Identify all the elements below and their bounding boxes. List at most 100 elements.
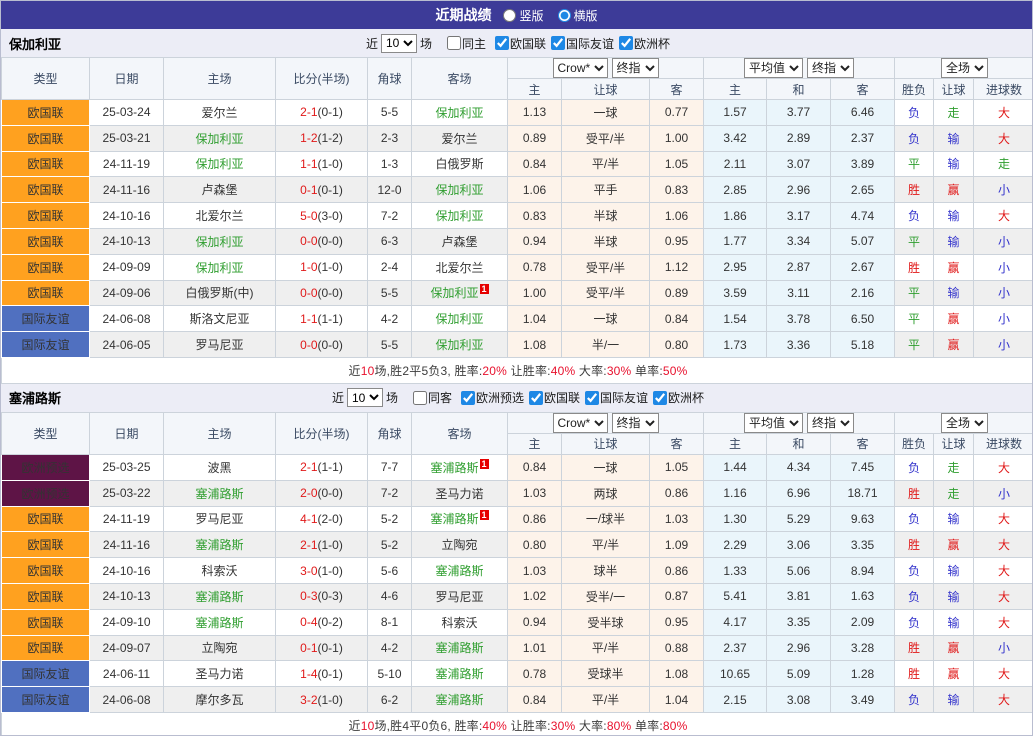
result-wdl: 胜	[895, 635, 934, 661]
league-filter[interactable]: 国际友谊	[551, 35, 614, 52]
match-date: 24-11-19	[90, 506, 164, 532]
result-wdl: 平	[895, 228, 934, 254]
away-team: 立陶宛	[412, 532, 508, 558]
match-date: 24-11-19	[90, 151, 164, 177]
same-venue-filter[interactable]: 同主	[447, 35, 486, 52]
match-row: 欧国联24-09-09保加利亚1-0(1-0)2-4北爱尔兰0.78受平/半1.…	[2, 254, 1033, 280]
avg-home-odds: 1.33	[704, 558, 767, 584]
column-subheader: 主	[508, 433, 562, 454]
away-team: 塞浦路斯1	[412, 506, 508, 532]
same-venue-checkbox[interactable]	[447, 36, 461, 50]
match-count-select[interactable]: 10	[347, 388, 383, 407]
league-filter[interactable]: 欧国联	[495, 35, 546, 52]
league-filter[interactable]: 欧国联	[529, 389, 580, 406]
corners: 4-2	[368, 635, 412, 661]
handicap-line: 一/球半	[562, 506, 650, 532]
result-handicap: 赢	[934, 306, 974, 332]
score: 0-3(0-3)	[276, 583, 368, 609]
away-odds: 1.00	[650, 125, 704, 151]
result-goals: 小	[974, 332, 1033, 358]
league-filter[interactable]: 欧洲杯	[653, 389, 704, 406]
rank-badge: 1	[480, 284, 489, 294]
result-wdl: 负	[895, 609, 934, 635]
avg-home-odds: 1.77	[704, 228, 767, 254]
match-date: 24-06-08	[90, 306, 164, 332]
result-wdl: 负	[895, 583, 934, 609]
odds-source-select[interactable]: 终指	[612, 58, 659, 78]
odds-source-select[interactable]: 全场	[941, 413, 988, 433]
column-header: 客场	[412, 58, 508, 100]
match-count-select[interactable]: 10	[381, 34, 417, 53]
handicap-line: 平/半	[562, 151, 650, 177]
match-date: 25-03-24	[90, 100, 164, 126]
same-venue-filter[interactable]: 同客	[413, 389, 452, 406]
layout-option-vertical[interactable]: 竖版	[503, 7, 543, 24]
odds-source-select[interactable]: 平均值	[744, 58, 803, 78]
away-team: 塞浦路斯	[412, 558, 508, 584]
layout-option-horizontal[interactable]: 横版	[558, 7, 598, 24]
result-handicap: 走	[934, 454, 974, 480]
column-subheader: 客	[831, 433, 895, 454]
same-venue-checkbox[interactable]	[413, 391, 427, 405]
odds-source-select[interactable]: 终指	[612, 413, 659, 433]
column-subheader: 让球	[934, 433, 974, 454]
layout-radio[interactable]	[503, 9, 516, 22]
corners: 5-10	[368, 661, 412, 687]
league-checkbox[interactable]	[529, 391, 543, 405]
result-handicap: 赢	[934, 254, 974, 280]
match-date: 24-11-16	[90, 177, 164, 203]
league-checkbox[interactable]	[585, 391, 599, 405]
avg-away-odds: 1.63	[831, 583, 895, 609]
layout-radio[interactable]	[558, 9, 571, 22]
result-wdl: 负	[895, 454, 934, 480]
result-handicap: 赢	[934, 635, 974, 661]
avg-draw-odds: 3.81	[767, 583, 831, 609]
odds-source-select[interactable]: Crow*	[553, 413, 608, 433]
match-date: 24-09-09	[90, 254, 164, 280]
match-row: 国际友谊24-06-08斯洛文尼亚1-1(1-1)4-2保加利亚1.04一球0.…	[2, 306, 1033, 332]
odds-source-select[interactable]: 终指	[807, 413, 854, 433]
odds-source-select[interactable]: 终指	[807, 58, 854, 78]
result-wdl: 平	[895, 151, 934, 177]
odds-source-select[interactable]: 平均值	[744, 413, 803, 433]
competition-badge: 欧国联	[2, 100, 90, 126]
home-team: 罗马尼亚	[164, 332, 276, 358]
score: 1-1(1-0)	[276, 151, 368, 177]
corners: 8-1	[368, 609, 412, 635]
away-team: 爱尔兰	[412, 125, 508, 151]
league-checkbox[interactable]	[495, 36, 509, 50]
league-filter[interactable]: 欧洲预选	[461, 389, 524, 406]
column-subheader: 主	[704, 79, 767, 100]
avg-draw-odds: 3.36	[767, 332, 831, 358]
avg-home-odds: 4.17	[704, 609, 767, 635]
competition-badge: 欧国联	[2, 532, 90, 558]
match-row: 欧洲预选25-03-22塞浦路斯2-0(0-0)7-2圣马力诺1.03两球0.8…	[2, 480, 1033, 506]
handicap-line: 半球	[562, 203, 650, 229]
odds-source-select[interactable]: Crow*	[553, 58, 608, 78]
away-odds: 1.03	[650, 506, 704, 532]
competition-badge: 欧洲预选	[2, 480, 90, 506]
league-filter[interactable]: 欧洲杯	[619, 35, 670, 52]
competition-badge: 欧国联	[2, 280, 90, 306]
league-checkbox[interactable]	[619, 36, 633, 50]
column-header: 主场	[164, 412, 276, 454]
avg-draw-odds: 5.06	[767, 558, 831, 584]
league-filter[interactable]: 国际友谊	[585, 389, 648, 406]
odds-source-select[interactable]: 全场	[941, 58, 988, 78]
column-header: 比分(半场)	[276, 58, 368, 100]
column-subheader: 和	[767, 433, 831, 454]
score: 2-1(1-1)	[276, 454, 368, 480]
match-row: 欧洲预选25-03-25波黑2-1(1-1)7-7塞浦路斯10.84一球1.05…	[2, 454, 1033, 480]
away-team: 科索沃	[412, 609, 508, 635]
avg-away-odds: 2.65	[831, 177, 895, 203]
handicap-line: 一球	[562, 454, 650, 480]
column-subheader: 客	[831, 79, 895, 100]
league-checkbox[interactable]	[653, 391, 667, 405]
league-checkbox[interactable]	[551, 36, 565, 50]
league-checkbox[interactable]	[461, 391, 475, 405]
score: 0-1(0-1)	[276, 177, 368, 203]
filters: 近10场同主欧国联国际友谊欧洲杯	[363, 34, 670, 53]
home-odds: 1.03	[508, 480, 562, 506]
column-subheader: 客	[650, 433, 704, 454]
match-date: 24-10-13	[90, 583, 164, 609]
